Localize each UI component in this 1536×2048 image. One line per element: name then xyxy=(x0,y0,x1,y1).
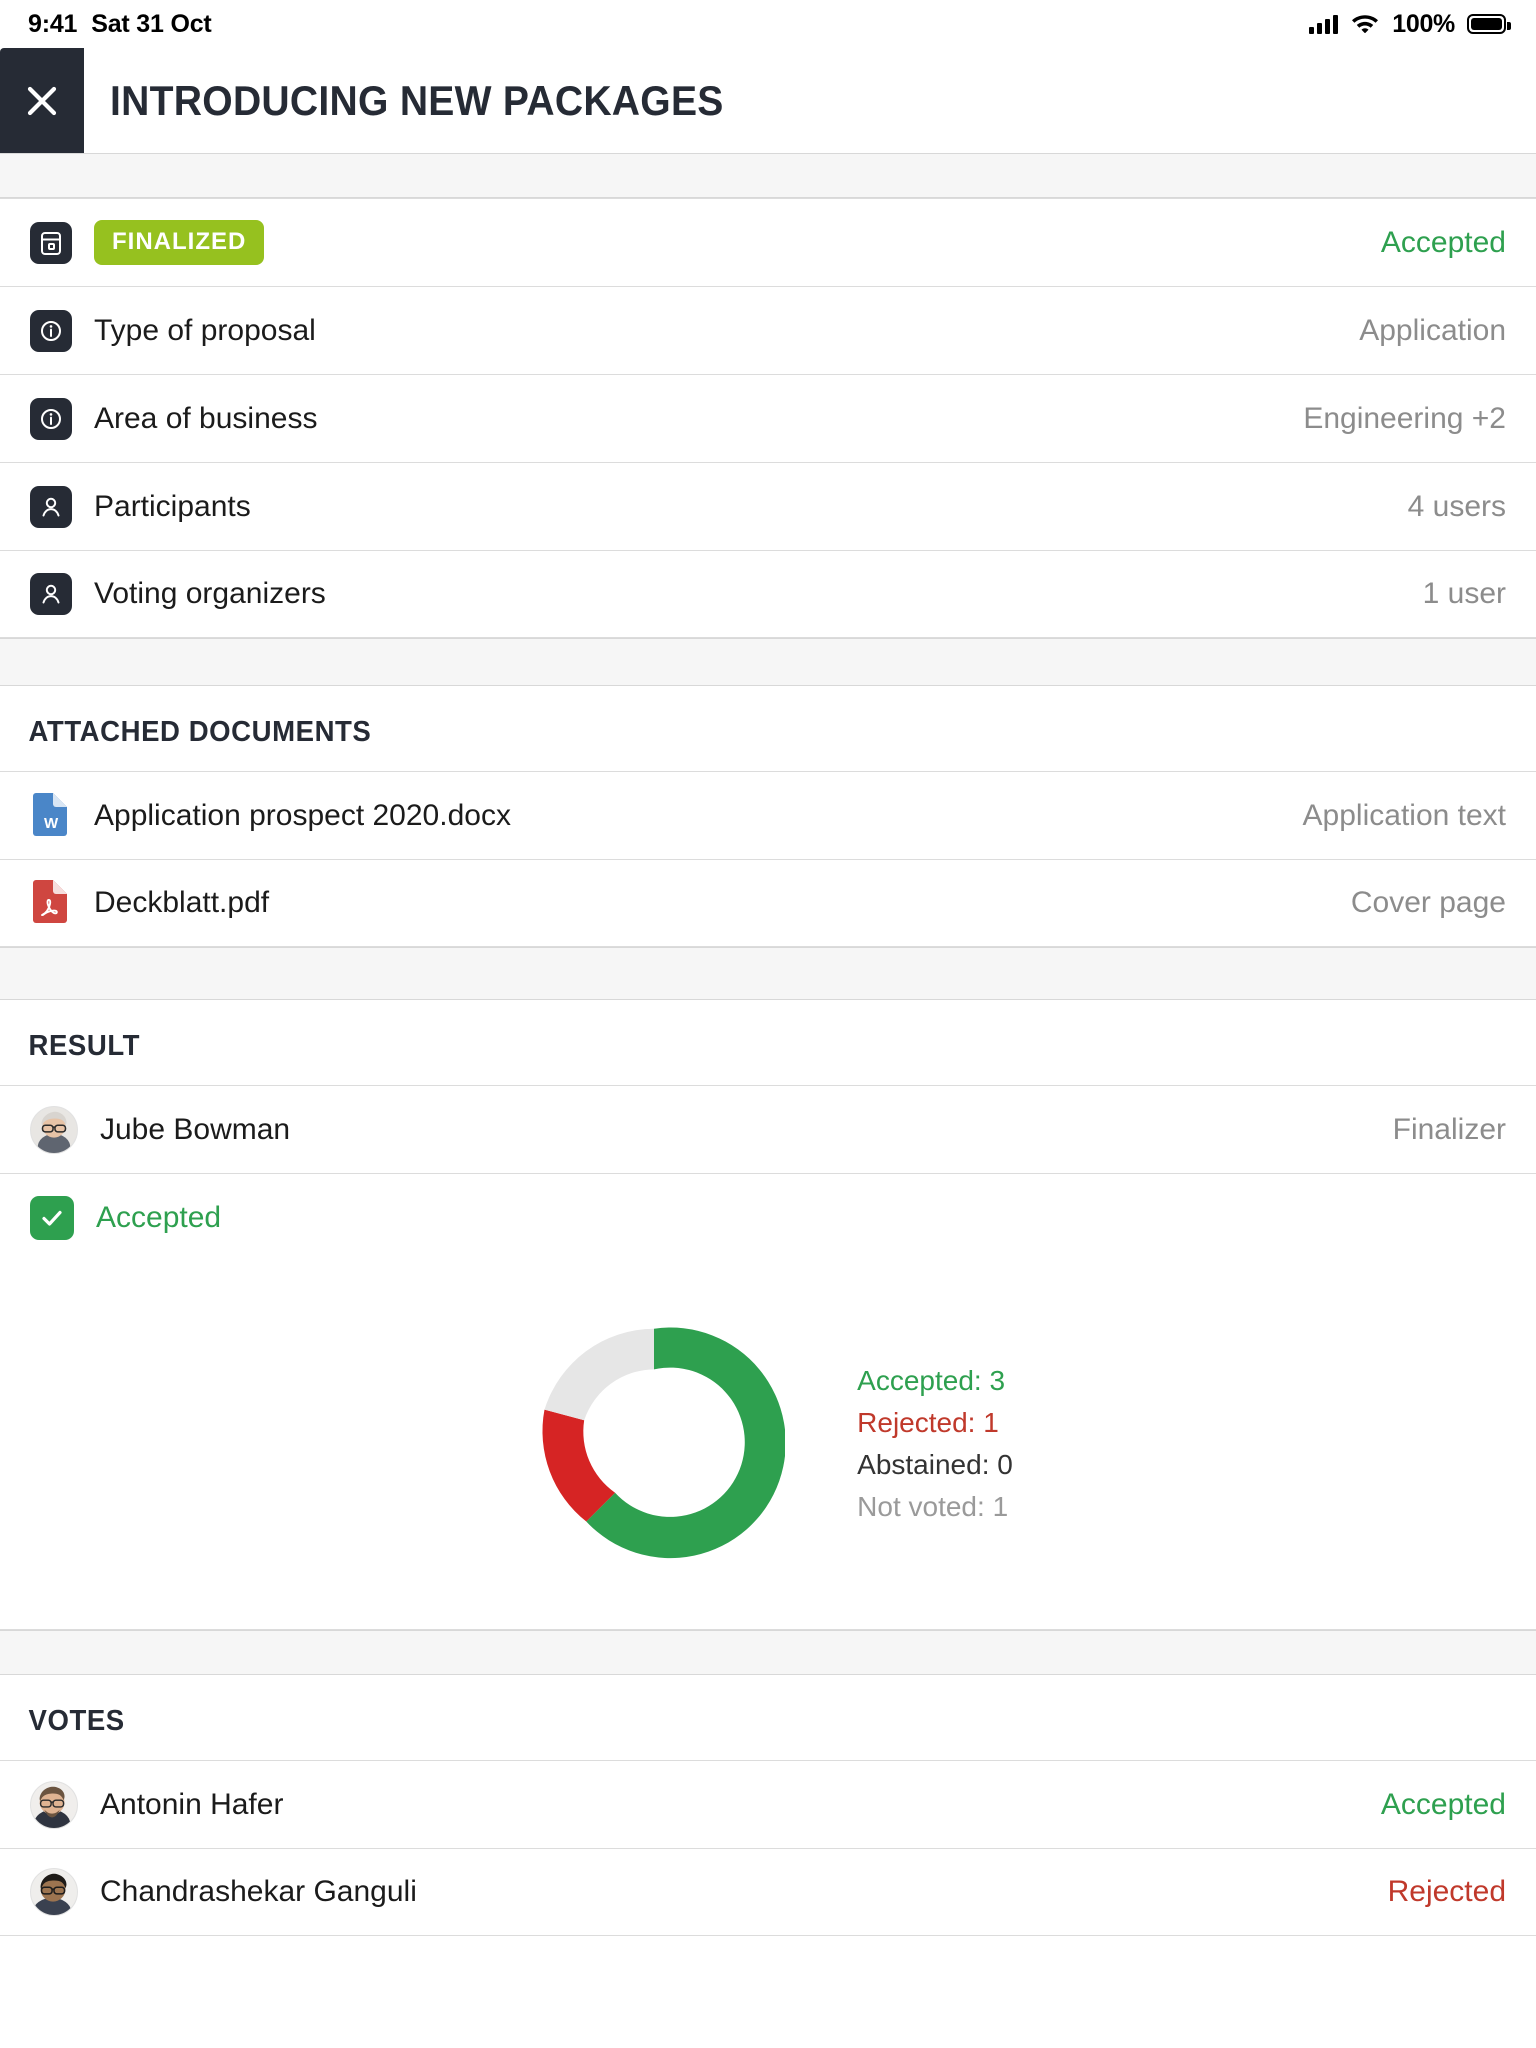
result-title: RESULT xyxy=(28,1030,141,1062)
vote-donut-chart: Accepted: 3 Rejected: 1 Abstained: 0 Not… xyxy=(0,1261,1536,1630)
vote-result: Accepted xyxy=(1380,1787,1506,1821)
app-root: 9:41 Sat 31 Oct 100% INTRODUCING NEW PAC… xyxy=(0,0,1536,2048)
donut-svg xyxy=(542,1327,786,1559)
section-divider-result xyxy=(0,947,1536,1000)
vote-result: Rejected xyxy=(1387,1875,1506,1908)
votes-section: VOTES Antonin Hafer Accepted Chandrashek… xyxy=(0,1675,1536,1936)
document-row[interactable]: Deckblatt.pdf Cover page xyxy=(0,859,1536,947)
slice-not-voted xyxy=(544,1328,655,1421)
close-button[interactable] xyxy=(0,48,84,153)
legend-not-voted: Not voted: 1 xyxy=(857,1491,1009,1522)
status-bar-left: 9:41 Sat 31 Oct xyxy=(28,10,212,39)
calendar-icon xyxy=(30,221,72,264)
info-row-status-value: Accepted xyxy=(1380,225,1506,259)
document-name: Application prospect 2020.docx xyxy=(94,798,511,832)
donut-slices xyxy=(542,1327,786,1559)
info-row-participants[interactable]: Participants 4 users xyxy=(0,462,1536,550)
status-bar-right: 100% xyxy=(1309,9,1511,39)
info-icon xyxy=(30,309,72,352)
info-section: FINALIZED Accepted Type of proposal Appl… xyxy=(0,198,1536,638)
info-row-area-of-business[interactable]: Area of business Engineering +2 xyxy=(0,374,1536,462)
document-row[interactable]: W Application prospect 2020.docx Applica… xyxy=(0,771,1536,859)
chart-legend: Accepted: 3 Rejected: 1 Abstained: 0 Not… xyxy=(857,1365,1013,1523)
vote-voter-name: Chandrashekar Ganguli xyxy=(100,1875,417,1908)
legend-abstained: Abstained: 0 xyxy=(857,1449,1013,1480)
section-divider-top xyxy=(0,153,1536,198)
vote-row[interactable]: Chandrashekar Ganguli Rejected xyxy=(0,1848,1536,1936)
document-kind: Application text xyxy=(1302,798,1506,832)
section-divider-documents xyxy=(0,638,1536,686)
close-icon xyxy=(22,81,62,121)
status-badge: FINALIZED xyxy=(94,220,265,265)
legend-rejected: Rejected: 1 xyxy=(857,1407,999,1438)
vote-row[interactable]: Antonin Hafer Accepted xyxy=(0,1760,1536,1848)
page-header: INTRODUCING NEW PACKAGES xyxy=(0,48,1536,153)
info-row-area-of-business-value: Engineering +2 xyxy=(1303,401,1506,435)
result-finalizer-role: Finalizer xyxy=(1392,1112,1506,1146)
documents-section: ATTACHED DOCUMENTS W Application prospec… xyxy=(0,686,1536,947)
user-icon xyxy=(30,573,72,615)
info-row-participants-value: 4 users xyxy=(1407,489,1506,523)
wifi-icon xyxy=(1350,11,1380,38)
documents-title: ATTACHED DOCUMENTS xyxy=(28,716,372,748)
result-decision-label: Accepted xyxy=(96,1200,222,1234)
info-row-type-of-proposal-label: Type of proposal xyxy=(94,313,316,347)
info-row-voting-organizers-value: 1 user xyxy=(1422,577,1506,610)
result-finalizer-row[interactable]: Jube Bowman Finalizer xyxy=(0,1085,1536,1173)
info-row-area-of-business-label: Area of business xyxy=(94,401,318,435)
check-icon xyxy=(30,1195,74,1240)
page-title: INTRODUCING NEW PACKAGES xyxy=(110,76,724,124)
cellular-bars-icon xyxy=(1309,14,1339,34)
info-row-voting-organizers-label: Voting organizers xyxy=(94,577,326,610)
pdf-file-icon xyxy=(30,879,70,927)
document-name: Deckblatt.pdf xyxy=(94,886,270,919)
avatar xyxy=(30,1105,78,1154)
status-time: 9:41 xyxy=(28,9,78,38)
info-icon xyxy=(30,397,72,440)
avatar xyxy=(30,1780,78,1829)
legend-accepted: Accepted: 3 xyxy=(857,1365,1006,1396)
section-divider-votes xyxy=(0,1630,1536,1675)
result-finalizer-name: Jube Bowman xyxy=(100,1112,291,1146)
info-row-type-of-proposal-value: Application xyxy=(1359,313,1506,347)
info-row-participants-label: Participants xyxy=(94,489,251,523)
word-file-icon: W xyxy=(30,792,70,840)
status-bar: 9:41 Sat 31 Oct 100% xyxy=(0,0,1536,48)
vote-voter-name: Antonin Hafer xyxy=(100,1787,284,1821)
document-kind: Cover page xyxy=(1350,886,1506,919)
battery-full-icon xyxy=(1467,14,1511,34)
battery-percent: 100% xyxy=(1392,9,1455,38)
status-date: Sat 31 Oct xyxy=(91,9,212,38)
result-decision-row[interactable]: Accepted xyxy=(0,1173,1536,1261)
result-section: RESULT Jube Bowman Finalizer Accepted Ac… xyxy=(0,1000,1536,1630)
svg-text:W: W xyxy=(44,815,59,832)
info-row-status[interactable]: FINALIZED Accepted xyxy=(0,198,1536,286)
avatar xyxy=(30,1868,78,1916)
info-row-type-of-proposal[interactable]: Type of proposal Application xyxy=(0,286,1536,374)
votes-title: VOTES xyxy=(28,1705,125,1737)
info-row-voting-organizers[interactable]: Voting organizers 1 user xyxy=(0,550,1536,638)
user-icon xyxy=(30,485,72,528)
